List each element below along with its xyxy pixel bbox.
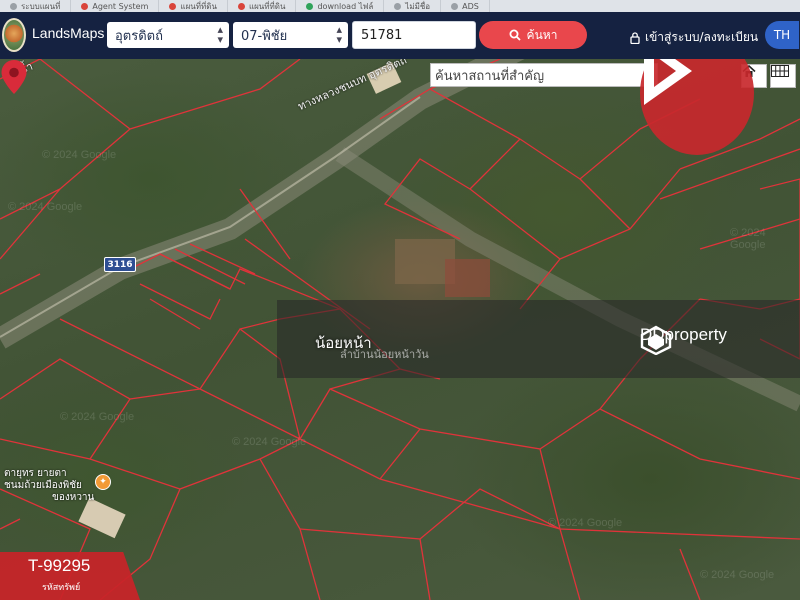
select-updown-icon: ▴ ▾ [336, 23, 342, 46]
place-name-label: น้อยหน้า [315, 334, 372, 352]
browser-tab[interactable]: ไม่มีชื่อ [384, 0, 442, 12]
tab-favicon-icon [10, 2, 17, 10]
ddproperty-logo: DDproperty [640, 325, 727, 355]
province-select[interactable]: อุตรดิตถ์ ▴ ▾ [107, 22, 229, 48]
tab-favicon-icon [169, 2, 177, 10]
tab-favicon-icon [306, 2, 314, 10]
location-pin-icon[interactable] [0, 59, 28, 95]
tab-favicon-icon [81, 2, 89, 10]
tab-favicon-icon [394, 2, 402, 10]
browser-tab[interactable]: แผนที่ที่ดิน [159, 0, 228, 12]
browser-tab[interactable]: ระบบแผนที่ [0, 0, 72, 12]
search-button-label: ค้นหา [526, 27, 558, 42]
language-button[interactable]: TH [765, 21, 799, 49]
browser-tab[interactable]: Agent System [71, 0, 160, 12]
tab-favicon-icon [451, 2, 459, 10]
map-watermark: © 2024 Google [42, 149, 117, 161]
map-watermark: © 2024 Google [60, 411, 135, 423]
tab-favicon-icon [237, 2, 245, 10]
road-number-badge: 3116 [104, 257, 136, 272]
parcel-number-input[interactable]: 51781 [352, 21, 476, 49]
map-watermark: © 2024 Google [700, 569, 775, 581]
search-icon [509, 29, 521, 41]
property-code-label: รหัสทรัพย์ [42, 583, 81, 593]
map-watermark: © 2024 Google [548, 517, 623, 529]
login-link[interactable]: เข้าสู่ระบบ/ลงทะเบียน [630, 28, 758, 47]
poi-label: ตายุทร ยายตา ชนมถ้วยเมืองพิชัย ของหวาน [4, 468, 95, 503]
building-roof [445, 259, 490, 297]
map-watermark: © 2024 Google [232, 436, 307, 448]
browser-tab[interactable]: download ไฟล์ [296, 0, 385, 12]
district-select[interactable]: 07-พิชัย ▴ ▾ [233, 22, 348, 48]
restaurant-icon[interactable]: ✦ [95, 474, 111, 490]
landsmaps-logo-icon[interactable] [2, 18, 26, 52]
lock-icon [630, 31, 640, 44]
login-label: เข้าสู่ระบบ/ลงทะเบียน [645, 30, 759, 44]
property-code: T-99295 [28, 556, 91, 575]
satellite-map[interactable]: แม่น้ำ ทางหลวงชนบท อุตรดิตถ์ 3116 © 2024… [0, 59, 800, 600]
grid-layers-button[interactable] [770, 64, 796, 88]
select-updown-icon: ▴ ▾ [217, 23, 223, 46]
highway-road [0, 59, 525, 349]
browser-tab-strip: ระบบแผนที่ Agent System แผนที่ที่ดิน แผน… [0, 0, 800, 12]
app-header: LandsMaps อุตรดิตถ์ ▴ ▾ 07-พิชัย ▴ ▾ 51781… [0, 12, 800, 59]
browser-tab[interactable]: แผนที่ที่ดิน [228, 0, 297, 12]
landmark-search-input[interactable]: ค้นหาสถานที่สำคัญ [430, 63, 658, 87]
b-logo-icon [644, 59, 692, 105]
search-button[interactable]: ค้นหา [479, 21, 587, 49]
province-select-value: อุตรดิตถ์ [115, 28, 163, 44]
ddproperty-cube-icon [640, 325, 672, 355]
browser-tab[interactable]: ADS [441, 0, 490, 12]
map-watermark: © 2024 Google [730, 227, 766, 251]
map-watermark: © 2024 Google [8, 201, 83, 213]
brand-name[interactable]: LandsMaps [32, 25, 104, 41]
grid-icon [771, 65, 789, 77]
property-code-badge: T-99295 รหัสทรัพย์ [0, 552, 140, 600]
district-select-value: 07-พิชัย [241, 28, 288, 44]
